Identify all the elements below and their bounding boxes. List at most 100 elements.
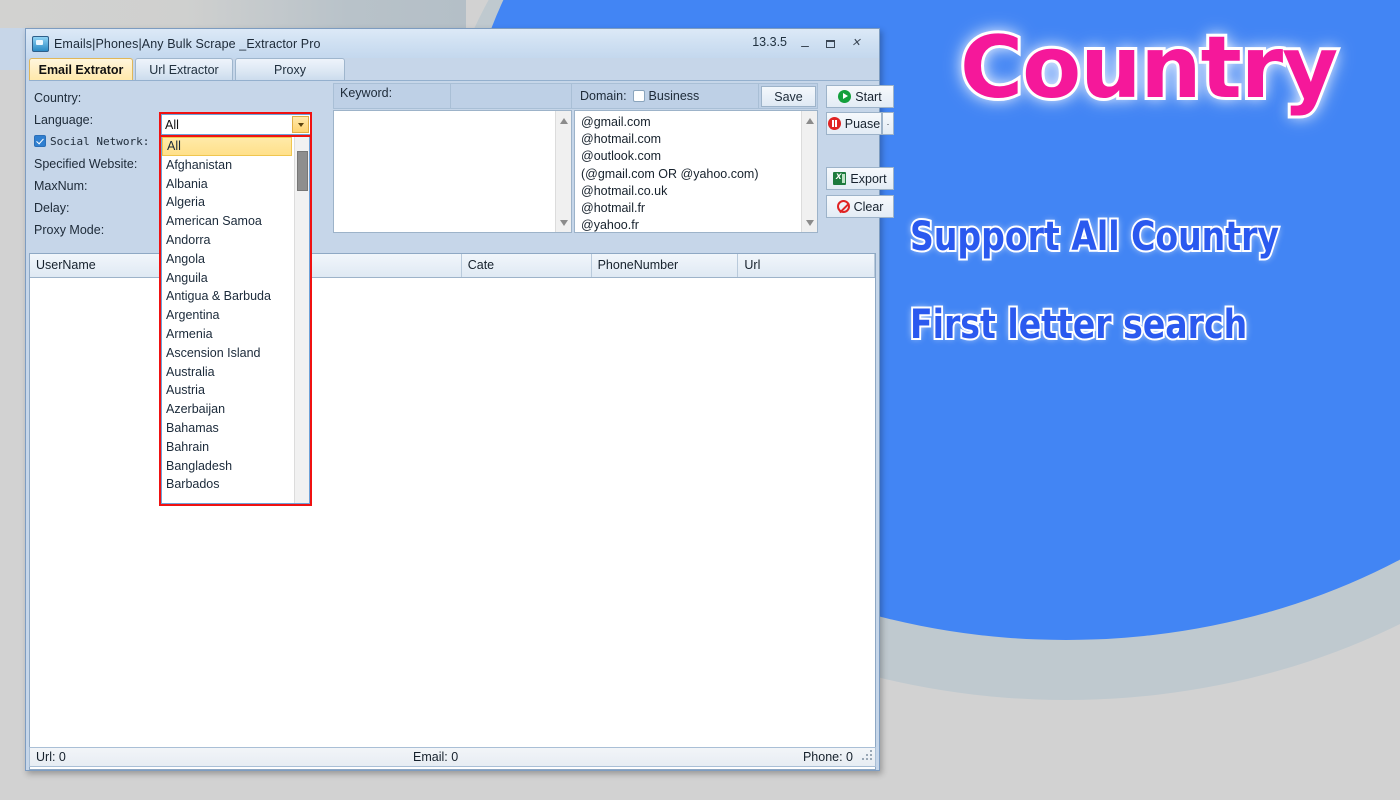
promo-line-2: First letter search	[908, 300, 1249, 350]
version-label: 13.3.5	[752, 35, 787, 49]
country-option[interactable]: Australia	[162, 363, 309, 382]
country-option[interactable]: Bahamas	[162, 419, 309, 438]
export-button[interactable]: Export	[826, 167, 894, 190]
close-button[interactable]: ✕	[846, 35, 866, 52]
scroll-down-icon[interactable]	[556, 215, 571, 230]
country-option[interactable]: American Samoa	[162, 212, 309, 231]
domain-line-container: @gmail.com @hotmail.com @outlook.com (@gmai…	[575, 111, 817, 233]
label-maxnum: MaxNum:	[34, 179, 88, 193]
country-option[interactable]: All	[162, 137, 292, 156]
ban-icon	[836, 200, 850, 213]
label-social-network: Social Network:	[34, 131, 159, 153]
tab-email-extractor-label: Email Extrator	[38, 62, 124, 77]
tab-proxy-label: Proxy	[274, 62, 306, 77]
scroll-up-icon[interactable]	[802, 113, 817, 128]
pause-button[interactable]: Puase	[826, 112, 882, 135]
country-option[interactable]: Antigua & Barbuda	[162, 287, 309, 306]
domain-line: @gmail.com	[581, 115, 651, 129]
label-country: Country:	[34, 91, 82, 105]
keyword-header-spacer	[450, 83, 572, 109]
country-option[interactable]: Algeria	[162, 193, 309, 212]
pause-button-label: Puase	[844, 116, 881, 131]
country-option[interactable]: Albania	[162, 175, 309, 194]
domain-line: (@gmail.com OR @yahoo.com)	[581, 166, 759, 181]
domain-line: @yahoo.fr	[581, 218, 639, 233]
promo-title: Country	[957, 15, 1341, 121]
country-selected-value: All	[165, 117, 179, 132]
country-option[interactable]: Anguila	[162, 269, 309, 288]
keyword-input[interactable]	[333, 110, 572, 233]
export-button-label: Export	[850, 171, 887, 186]
label-delay: Delay:	[34, 201, 70, 215]
label-domain: Domain: Business	[572, 84, 758, 103]
app-logo-icon	[32, 35, 49, 52]
keyword-scrollbar[interactable]	[555, 111, 571, 232]
label-language: Language:	[34, 113, 94, 127]
country-option[interactable]: Bahrain	[162, 438, 309, 457]
background-gray-band	[0, 0, 466, 28]
table-column-header[interactable]: Cate	[462, 254, 592, 277]
minimize-button[interactable]	[795, 35, 815, 52]
label-business-text: Business	[648, 89, 700, 103]
pause-icon	[827, 117, 841, 130]
country-option[interactable]: Afghanistan	[162, 156, 309, 175]
domain-header-cell: Domain: Business	[571, 83, 759, 109]
domain-line: @hotmail.co.uk	[581, 183, 668, 198]
table-column-header[interactable]: Url	[738, 254, 876, 277]
options-toolbar: Country: Language: Social Network: Speci…	[29, 83, 894, 506]
label-specified-website: Specified Website:	[34, 157, 138, 171]
resize-grip-icon[interactable]	[862, 750, 872, 760]
save-button[interactable]: Save	[761, 86, 816, 107]
window-titlebar[interactable]: Emails|Phones|Any Bulk Scrape _Extractor…	[26, 29, 879, 58]
country-combobox[interactable]: All	[161, 114, 311, 135]
domain-line: @outlook.com	[581, 149, 662, 164]
country-option[interactable]: Ascension Island	[162, 344, 309, 363]
country-option[interactable]: Bangladesh	[162, 457, 309, 476]
tab-email-extractor[interactable]: Email Extrator	[29, 58, 133, 80]
maximize-button[interactable]	[820, 35, 840, 52]
window-title: Emails|Phones|Any Bulk Scrape _Extractor…	[54, 36, 321, 51]
results-table[interactable]: UserName Cate PhoneNumber Url	[29, 253, 876, 770]
table-column-header[interactable]: PhoneNumber	[592, 254, 739, 277]
promo-line-1: Support All Country	[908, 212, 1281, 262]
save-header-cell: Save	[758, 83, 818, 109]
country-option[interactable]: Andorra	[162, 231, 309, 250]
field-label-column: Country: Language: Social Network: Speci…	[34, 87, 159, 241]
domain-line: @hotmail.fr	[581, 200, 646, 215]
country-option[interactable]: Armenia	[162, 325, 309, 344]
tab-bar: Email Extrator Url Extractor Proxy	[29, 58, 879, 81]
table-header-row: UserName Cate PhoneNumber Url	[30, 254, 876, 278]
pause-dropdown-button[interactable]: ·	[882, 112, 894, 135]
start-button-label: Start	[855, 89, 882, 104]
business-checkbox[interactable]	[632, 90, 645, 102]
domain-input[interactable]: @gmail.com @hotmail.com @outlook.com (@gmai…	[574, 110, 818, 233]
country-option[interactable]: Argentina	[162, 306, 309, 325]
application-window: Emails|Phones|Any Bulk Scrape _Extractor…	[25, 28, 894, 771]
start-button[interactable]: Start	[826, 85, 894, 108]
country-option[interactable]: Barbados	[162, 475, 309, 494]
country-option[interactable]: Azerbaijan	[162, 400, 309, 419]
scroll-up-icon[interactable]	[556, 113, 571, 128]
tab-url-extractor-label: Url Extractor	[149, 62, 219, 77]
country-list-scroll-thumb[interactable]	[297, 151, 308, 191]
tab-url-extractor[interactable]: Url Extractor	[135, 58, 233, 80]
status-email-count: Email: 0	[413, 750, 459, 764]
country-option[interactable]: Angola	[162, 250, 309, 269]
country-option[interactable]: Austria	[162, 381, 309, 400]
social-network-checkbox[interactable]	[34, 135, 46, 147]
domain-scrollbar[interactable]	[801, 111, 817, 232]
chevron-down-icon[interactable]	[292, 116, 309, 133]
status-bar: Url: 0 Email: 0 Phone: 0	[29, 747, 876, 767]
keyword-header-cell: Keyword:	[333, 83, 451, 109]
action-button-group: Start Puase · Export Clear	[824, 83, 894, 248]
status-phone-count: Phone: 0	[802, 750, 853, 764]
domain-line: @hotmail.com	[581, 132, 662, 147]
clear-button-label: Clear	[853, 199, 884, 214]
clear-button[interactable]: Clear	[826, 195, 894, 218]
country-option-container: All Afghanistan Albania Algeria American Sam…	[162, 137, 309, 494]
scroll-down-icon[interactable]	[802, 215, 817, 230]
tab-proxy[interactable]: Proxy	[235, 58, 345, 80]
status-url-count: Url: 0	[36, 750, 66, 764]
country-dropdown-list[interactable]: All Afghanistan Albania Algeria American Sam…	[161, 136, 310, 504]
country-list-scrollbar[interactable]	[294, 137, 309, 503]
